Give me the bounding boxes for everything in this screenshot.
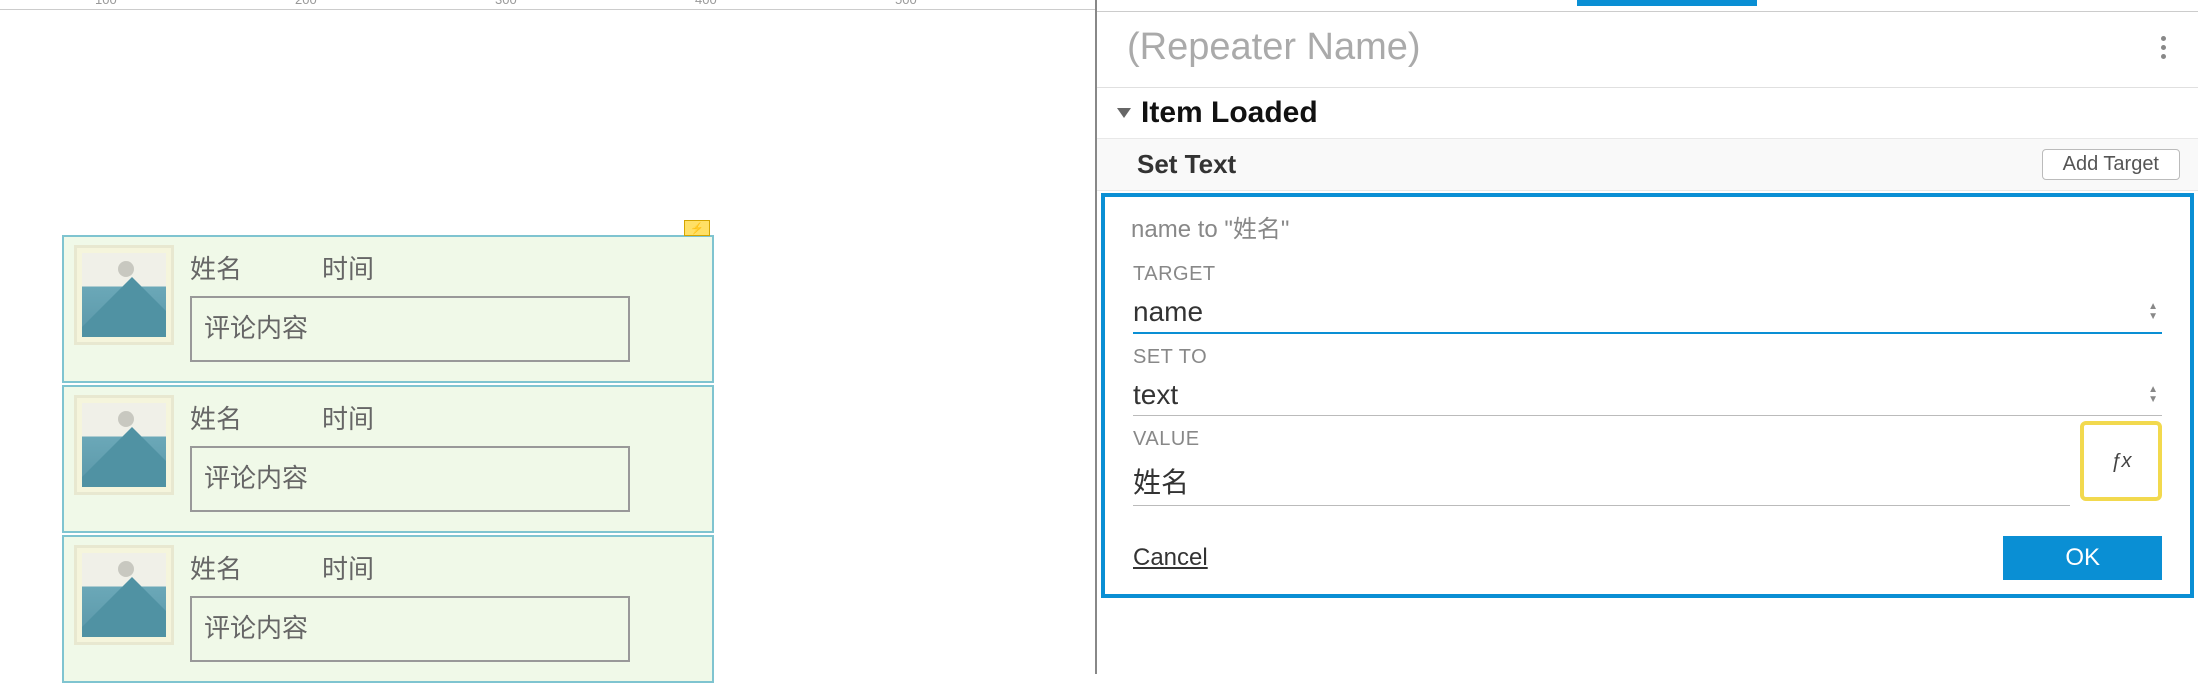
interactions-panel: (Repeater Name) Item Loaded Set Text Add… — [1097, 0, 2198, 674]
comment-box[interactable]: 评论内容 — [190, 296, 630, 362]
value-text: 姓名 — [1133, 467, 1189, 498]
button-row: Cancel OK — [1105, 512, 2190, 594]
add-target-button[interactable]: Add Target — [2042, 149, 2180, 180]
target-select[interactable]: name ▲▼ — [1133, 292, 2162, 334]
setto-value: text — [1133, 379, 2148, 411]
select-stepper-icon[interactable]: ▲▼ — [2148, 303, 2158, 321]
value-label: VALUE — [1133, 428, 2162, 451]
ruler-mark: 400 — [695, 0, 717, 7]
time-label[interactable]: 时间 — [322, 399, 374, 436]
ruler-mark: 500 — [895, 0, 917, 7]
image-placeholder[interactable] — [74, 395, 174, 495]
time-label[interactable]: 时间 — [322, 249, 374, 286]
ruler-mark: 200 — [295, 0, 317, 7]
name-label[interactable]: 姓名 — [190, 549, 242, 586]
setto-field-group: SET TO text ▲▼ — [1105, 340, 2190, 422]
fx-button[interactable]: ƒx — [2080, 421, 2162, 501]
name-label[interactable]: 姓名 — [190, 399, 242, 436]
comment-box[interactable]: 评论内容 — [190, 446, 630, 512]
repeater-row[interactable]: 姓名 时间 评论内容 — [62, 385, 714, 533]
ok-button[interactable]: OK — [2003, 536, 2162, 580]
panel-topbar — [1097, 0, 2198, 12]
value-input[interactable]: 姓名 — [1133, 457, 2070, 506]
repeater-row[interactable]: 姓名 时间 评论内容 — [62, 535, 714, 683]
active-tab-indicator — [1577, 0, 1757, 6]
setto-select[interactable]: text ▲▼ — [1133, 375, 2162, 416]
widget-name-field[interactable]: (Repeater Name) — [1127, 26, 1421, 69]
ruler-mark: 100 — [95, 0, 117, 7]
action-summary[interactable]: name to "姓名" — [1105, 197, 2190, 257]
repeater-widget[interactable]: ⚡ 姓名 时间 评论内容 姓名 时间 — [62, 235, 714, 685]
comment-box[interactable]: 评论内容 — [190, 596, 630, 662]
interaction-badge-icon[interactable]: ⚡ — [684, 220, 710, 236]
time-label[interactable]: 时间 — [322, 549, 374, 586]
select-stepper-icon[interactable]: ▲▼ — [2148, 386, 2158, 404]
action-bar: Set Text Add Target — [1097, 139, 2198, 191]
panel-header: (Repeater Name) — [1097, 12, 2198, 88]
target-label: TARGET — [1133, 263, 2162, 286]
event-name: Item Loaded — [1141, 96, 1318, 130]
target-value: name — [1133, 296, 2148, 328]
setto-label: SET TO — [1133, 346, 2162, 369]
target-field-group: TARGET name ▲▼ — [1105, 257, 2190, 340]
event-header[interactable]: Item Loaded — [1097, 88, 2198, 139]
design-canvas[interactable]: ⚡ 姓名 时间 评论内容 姓名 时间 — [0, 10, 1095, 674]
value-field-group: VALUE 姓名 ƒx — [1105, 422, 2190, 512]
action-config-panel: name to "姓名" TARGET name ▲▼ SET TO text … — [1101, 193, 2194, 598]
cancel-link[interactable]: Cancel — [1133, 544, 1208, 572]
fx-icon: ƒx — [2110, 450, 2131, 473]
more-options-icon[interactable] — [2153, 28, 2174, 67]
repeater-row[interactable]: 姓名 时间 评论内容 — [62, 235, 714, 383]
name-label[interactable]: 姓名 — [190, 249, 242, 286]
image-placeholder[interactable] — [74, 245, 174, 345]
action-name[interactable]: Set Text — [1137, 149, 1236, 180]
image-placeholder[interactable] — [74, 545, 174, 645]
collapse-icon[interactable] — [1117, 108, 1131, 118]
canvas-ruler: 100 200 300 400 500 — [0, 0, 1100, 10]
ruler-mark: 300 — [495, 0, 517, 7]
